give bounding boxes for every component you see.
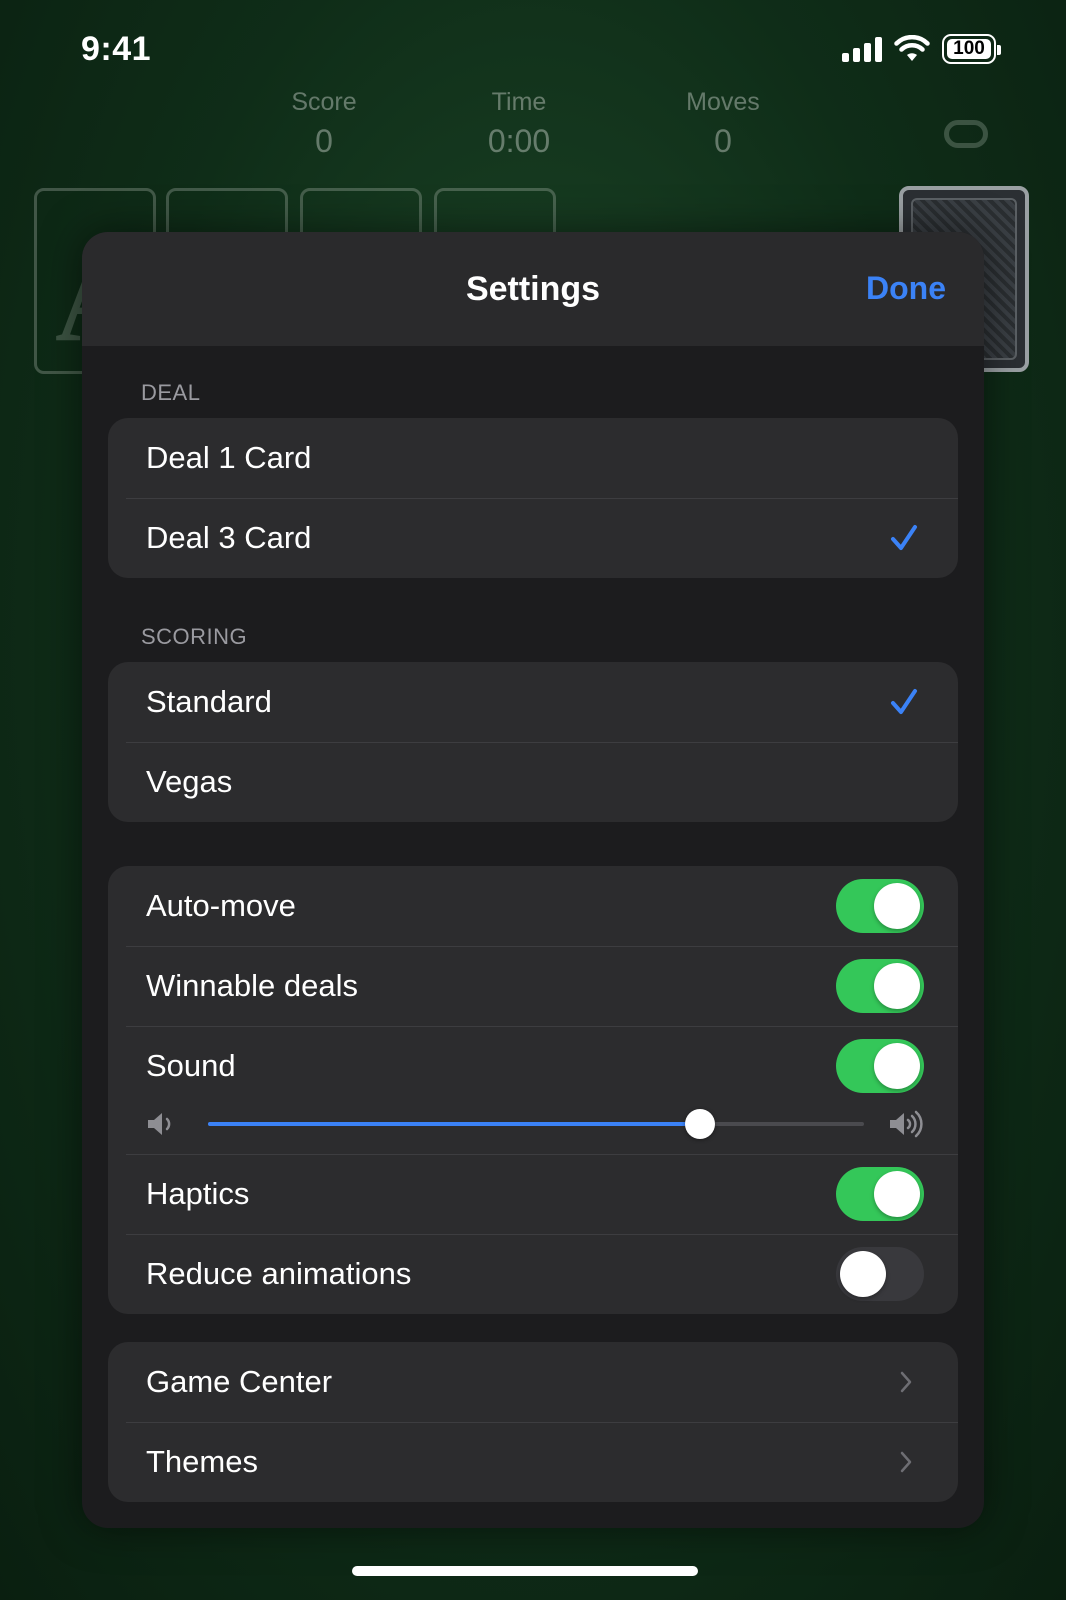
option-label: Deal 1 Card <box>146 440 312 475</box>
volume-high-icon <box>890 1110 923 1138</box>
game-header: Score 0 Time 0:00 Moves 0 <box>0 88 1066 168</box>
wifi-icon <box>894 35 930 61</box>
reduce-animations-toggle[interactable] <box>836 1247 924 1301</box>
toggle-label: Winnable deals <box>146 968 358 1003</box>
status-icons: 100 <box>842 34 1001 64</box>
toggles-group: Auto-move Winnable deals Sound Haptics R… <box>108 866 958 1314</box>
moves-label: Moves <box>686 88 760 116</box>
chevron-right-icon <box>900 1371 912 1393</box>
themes-link[interactable]: Themes <box>108 1422 958 1502</box>
settings-title: Settings <box>465 270 601 308</box>
settings-sheet: Settings Done DEAL Deal 1 Card Deal 3 Ca… <box>82 232 984 1528</box>
battery-level: 100 <box>953 38 985 59</box>
toggle-label: Reduce animations <box>146 1256 412 1291</box>
game-center-link[interactable]: Game Center <box>108 1342 958 1422</box>
moves-stat: Moves 0 <box>653 88 793 160</box>
link-label: Themes <box>146 1444 258 1479</box>
battery-icon: 100 <box>942 34 1001 64</box>
deal-options-group: Deal 1 Card Deal 3 Card <box>108 418 958 578</box>
scoring-section-header: SCORING <box>141 624 248 649</box>
time-stat: Time 0:00 <box>449 88 589 160</box>
checkmark-icon <box>891 689 917 714</box>
option-label: Deal 3 Card <box>146 520 312 555</box>
undo-icon[interactable] <box>944 120 988 148</box>
status-time: 9:41 <box>81 30 152 68</box>
winnable-deals-row: Winnable deals <box>108 946 958 1026</box>
auto-move-toggle[interactable] <box>836 879 924 933</box>
score-label: Score <box>291 88 357 116</box>
volume-fill <box>208 1122 700 1126</box>
deal-section-header: DEAL <box>141 380 201 405</box>
home-indicator <box>352 1566 698 1576</box>
links-group: Game Center Themes <box>108 1342 958 1502</box>
sheet-header: Settings Done <box>82 232 984 346</box>
link-label: Game Center <box>146 1364 333 1399</box>
toggle-label: Haptics <box>146 1176 250 1211</box>
volume-track[interactable] <box>208 1109 864 1139</box>
volume-thumb[interactable] <box>685 1109 715 1139</box>
sound-row: Sound <box>108 1026 958 1154</box>
winnable-deals-toggle[interactable] <box>836 959 924 1013</box>
score-value: 0 <box>315 123 333 159</box>
haptics-toggle[interactable] <box>836 1167 924 1221</box>
toggle-label: Sound <box>146 1048 236 1083</box>
done-button[interactable]: Done <box>866 270 946 307</box>
volume-low-icon <box>148 1113 171 1135</box>
haptics-row: Haptics <box>108 1154 958 1234</box>
moves-value: 0 <box>714 123 732 159</box>
option-label: Standard <box>146 684 272 719</box>
deal-3-card-option[interactable]: Deal 3 Card <box>108 498 958 578</box>
cellular-signal-icon <box>842 36 882 62</box>
score-stat: Score 0 <box>254 88 394 160</box>
vegas-scoring-option[interactable]: Vegas <box>108 742 958 822</box>
volume-slider[interactable] <box>146 1106 924 1142</box>
toggle-label: Auto-move <box>146 888 296 923</box>
checkmark-icon <box>891 525 917 550</box>
time-value: 0:00 <box>487 123 551 159</box>
reduce-animations-row: Reduce animations <box>108 1234 958 1314</box>
auto-move-row: Auto-move <box>108 866 958 946</box>
scoring-options-group: Standard Vegas <box>108 662 958 822</box>
standard-scoring-option[interactable]: Standard <box>108 662 958 742</box>
status-bar: 9:41 100 <box>0 0 1066 100</box>
sound-toggle[interactable] <box>836 1039 924 1093</box>
option-label: Vegas <box>146 764 233 799</box>
deal-1-card-option[interactable]: Deal 1 Card <box>108 418 958 498</box>
time-label: Time <box>491 88 547 116</box>
chevron-right-icon <box>900 1451 912 1473</box>
